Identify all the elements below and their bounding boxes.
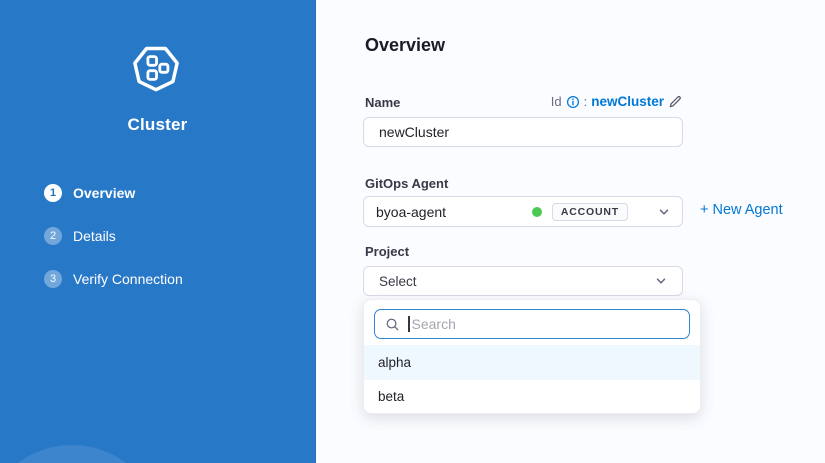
chevron-down-icon <box>655 275 667 287</box>
gitops-agent-label: GitOps Agent <box>365 176 448 191</box>
step-number-badge: 2 <box>44 227 62 245</box>
dropdown-search[interactable] <box>374 309 690 339</box>
chevron-down-icon <box>658 206 670 218</box>
id-separator: : <box>584 94 588 109</box>
agent-scope-badge: ACCOUNT <box>552 203 628 221</box>
option-alpha[interactable]: alpha <box>364 345 700 380</box>
wizard-steps: 1 Overview 2 Details 3 Verify Connection <box>44 184 183 313</box>
search-icon <box>385 317 400 332</box>
step-number-badge: 1 <box>44 184 62 202</box>
option-label: beta <box>378 389 404 404</box>
cluster-icon <box>128 42 184 94</box>
project-selected-value: Select <box>379 274 655 289</box>
decorative-circle <box>0 445 162 463</box>
new-agent-link[interactable]: + New Agent <box>700 202 783 218</box>
id-row: Id : newCluster <box>551 94 683 109</box>
name-label: Name <box>365 95 400 110</box>
search-input[interactable] <box>410 316 680 332</box>
gitops-agent-select[interactable]: byoa-agent ACCOUNT <box>363 196 683 227</box>
step-verify-connection[interactable]: 3 Verify Connection <box>44 270 183 288</box>
name-input[interactable] <box>363 117 683 147</box>
id-prefix: Id <box>551 94 562 109</box>
agent-health-dot-icon <box>532 207 542 217</box>
info-icon[interactable] <box>566 95 580 109</box>
wizard-title: Cluster <box>0 115 315 135</box>
wizard-sidebar: Cluster 1 Overview 2 Details 3 Verify Co… <box>0 0 316 463</box>
option-beta[interactable]: beta <box>364 380 700 413</box>
step-label: Verify Connection <box>73 271 183 287</box>
edit-pencil-icon[interactable] <box>668 94 683 109</box>
project-dropdown-panel: alpha beta <box>363 299 701 414</box>
step-label: Details <box>73 228 116 244</box>
step-number-badge: 3 <box>44 270 62 288</box>
step-overview[interactable]: 1 Overview <box>44 184 183 202</box>
option-label: alpha <box>378 355 411 370</box>
step-label: Overview <box>73 185 135 201</box>
step-details[interactable]: 2 Details <box>44 227 183 245</box>
project-select[interactable]: Select <box>363 266 683 296</box>
page-title: Overview <box>365 35 445 56</box>
project-label: Project <box>365 244 409 259</box>
cluster-wizard-dialog: Cluster 1 Overview 2 Details 3 Verify Co… <box>0 0 825 463</box>
id-value-link[interactable]: newCluster <box>591 94 664 109</box>
agent-value: byoa-agent <box>376 204 532 220</box>
